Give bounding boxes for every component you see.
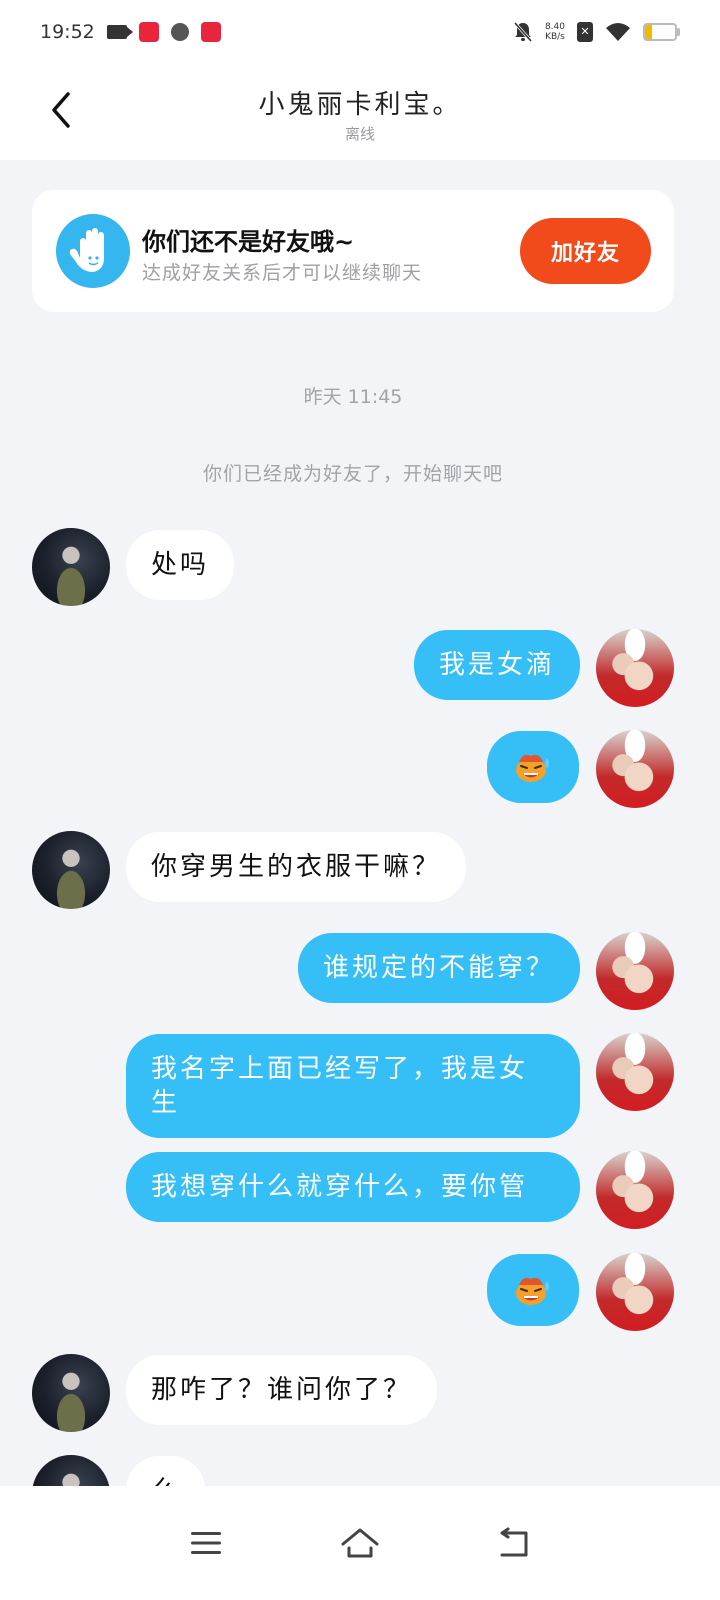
sweating-emoji-icon <box>516 754 549 782</box>
add-friend-button[interactable]: 加好友 <box>520 218 651 284</box>
back-nav-button[interactable] <box>492 1521 536 1565</box>
status-bar: 19:52 8.40 KB/s ✕ 22 <box>0 0 720 64</box>
contact-name: 小鬼丽卡利宝。 <box>258 90 462 120</box>
network-speed-unit: KB/s <box>545 32 565 42</box>
emoji-bubble-outgoing[interactable] <box>487 1254 579 1326</box>
message-bubble-incoming[interactable]: 那咋了？谁问你了？ <box>126 1355 438 1425</box>
message-bubble-outgoing[interactable]: 我名字上面已经写了，我是女生 <box>126 1034 580 1138</box>
message-bubble-incoming[interactable]: 你穿男生的衣服干嘛？ <box>126 832 467 902</box>
system-nav-bar <box>0 1486 720 1600</box>
message-bubble-outgoing[interactable]: 我想穿什么就穿什么，要你管 <box>126 1152 580 1222</box>
video-camera-icon <box>106 25 133 39</box>
battery-level: 22 <box>652 25 668 39</box>
network-speed-value: 8.40 <box>544 22 565 32</box>
shop-notification-icon <box>200 22 221 42</box>
sweating-emoji-icon <box>516 1277 549 1305</box>
my-avatar[interactable] <box>596 1253 674 1331</box>
contact-avatar[interactable] <box>32 1354 110 1432</box>
chat-timestamp: 昨天 11:45 <box>303 386 403 408</box>
system-note: 你们已经成为好友了，开始聊天吧 <box>202 463 503 485</box>
battery-tip <box>677 28 680 36</box>
home-icon <box>341 1528 379 1558</box>
contact-status: 离线 <box>344 125 375 143</box>
sync-icon <box>170 23 189 41</box>
sim-card-icon: ✕ <box>577 22 593 42</box>
wifi-icon <box>606 23 630 41</box>
message-bubble-outgoing[interactable]: 我是女滴 <box>413 630 580 700</box>
my-avatar[interactable] <box>596 730 674 808</box>
my-avatar[interactable] <box>596 932 674 1010</box>
app-notification-icon <box>138 22 159 42</box>
message-bubble-outgoing[interactable]: 谁规定的不能穿？ <box>297 933 580 1003</box>
my-avatar[interactable] <box>596 1151 674 1229</box>
status-bar-right: 8.40 KB/s ✕ 22 <box>513 21 680 43</box>
menu-icon <box>191 1532 221 1554</box>
my-avatar[interactable] <box>596 629 674 707</box>
contact-avatar[interactable] <box>32 831 110 909</box>
emoji-bubble-outgoing[interactable] <box>487 731 579 803</box>
status-time: 19:52 <box>40 21 95 43</box>
back-icon <box>500 1527 528 1557</box>
add-friend-card: 你们还不是好友哦~ 达成好友关系后才可以继续聊天 加好友 <box>32 190 674 312</box>
network-speed: 8.40 KB/s <box>545 22 565 42</box>
bell-muted-icon <box>513 22 533 42</box>
title-block: 小鬼丽卡利宝。 离线 <box>0 84 720 144</box>
card-subtitle: 达成好友关系后才可以继续聊天 <box>142 262 423 284</box>
home-button[interactable] <box>338 1521 382 1565</box>
my-avatar[interactable] <box>596 1033 674 1111</box>
status-bar-left: 19:52 <box>40 21 221 43</box>
contact-avatar[interactable] <box>32 528 110 606</box>
card-title: 你们还不是好友哦~ <box>142 228 355 256</box>
message-bubble-incoming[interactable]: 处吗 <box>126 530 235 600</box>
battery-body: 22 <box>643 23 677 41</box>
wave-hand-icon <box>56 214 130 288</box>
chat-header: 小鬼丽卡利宝。 离线 <box>0 64 720 160</box>
battery-icon: 22 <box>643 23 680 41</box>
menu-button[interactable] <box>184 1521 228 1565</box>
